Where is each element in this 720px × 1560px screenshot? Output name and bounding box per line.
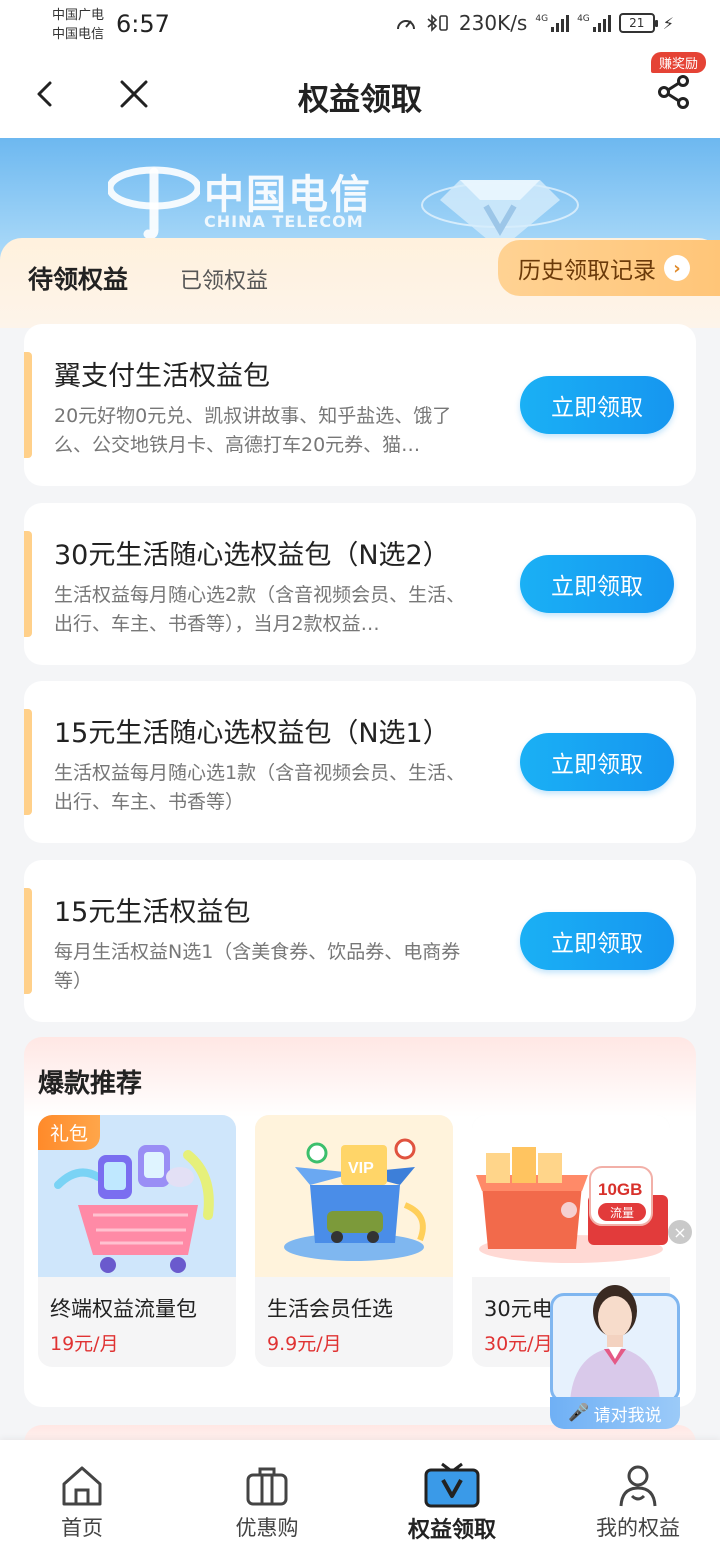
section-title: 爆款推荐: [38, 1069, 143, 1099]
benefit-tabs: 待领权益 已领权益 历史领取记录 ›: [0, 238, 720, 328]
network-type-2: 4G: [577, 14, 590, 24]
carrier-info: 中国广电 中国电信: [52, 6, 104, 44]
share-icon[interactable]: [656, 74, 692, 110]
assistant-close-icon[interactable]: ×: [668, 1220, 692, 1244]
nav-benefits-claim[interactable]: 权益领取: [362, 1440, 542, 1560]
signal-2-icon: 4G: [577, 14, 611, 32]
product-name: 生活会员任选: [267, 1297, 393, 1321]
nav-label: 我的权益: [596, 1516, 680, 1540]
benefit-card: 15元生活随心选权益包（N选1） 生活权益每月随心选1款（含音视频会员、生活、出…: [24, 681, 696, 843]
card-accent-bar: [24, 888, 32, 994]
product-price: 30元/月: [484, 1333, 553, 1355]
bluetooth-vibrate-icon: [427, 14, 448, 32]
status-icons: 230K/s 4G 4G 21 ⚡: [395, 11, 674, 35]
card-accent-bar: [24, 531, 32, 637]
benefit-name: 15元生活随心选权益包（N选1）: [54, 718, 450, 749]
claim-button[interactable]: 立即领取: [520, 733, 674, 791]
assistant-avatar-icon: [570, 1285, 660, 1401]
china-telecom-logo-icon: [108, 166, 200, 238]
app-header: 权益领取 赚奖励: [0, 52, 720, 138]
nav-my-benefits[interactable]: 我的权益: [548, 1440, 720, 1560]
product-card[interactable]: VIP 生活会员任选 9.9元/月: [255, 1115, 453, 1367]
network-type-1: 4G: [535, 14, 549, 24]
clock: 6:57: [116, 10, 170, 38]
nav-label: 首页: [61, 1516, 103, 1540]
benefit-name: 15元生活权益包: [54, 897, 251, 928]
product-card[interactable]: 礼包 终端权益流量包 19元/月: [38, 1115, 236, 1367]
history-button[interactable]: 历史领取记录 ›: [498, 240, 720, 296]
card-accent-bar: [24, 709, 32, 815]
benefit-desc: 每月生活权益N选1（含美食券、饮品券、电商券等）: [54, 941, 461, 992]
benefit-desc: 生活权益每月随心选1款（含音视频会员、生活、出行、车主、书香等）: [54, 762, 466, 813]
vip-text: VIP: [348, 1160, 374, 1177]
carrier-1: 中国广电: [52, 8, 105, 23]
card-accent-bar: [24, 352, 32, 458]
benefit-desc: 生活权益每月随心选2款（含音视频会员、生活、出行、车主、书香等），当月2款权益…: [54, 584, 466, 635]
user-icon: [619, 1465, 657, 1507]
voice-assistant[interactable]: 🎤 请对我说: [550, 1275, 680, 1431]
vip-box-image: VIP: [255, 1115, 453, 1277]
carrier-2: 中国电信: [52, 27, 105, 42]
gift-tag: 礼包: [38, 1115, 101, 1150]
data-unit-text: 流量: [610, 1206, 634, 1220]
brand-name-en: CHINA TELECOM: [204, 212, 364, 231]
nav-deals[interactable]: 优惠购: [177, 1440, 357, 1560]
battery-level: 21: [629, 16, 645, 30]
battery-icon: 21: [618, 13, 658, 33]
net-speed: 230K/s: [458, 11, 528, 35]
reward-badge[interactable]: 赚奖励: [650, 52, 706, 73]
speedometer-icon: [396, 20, 415, 30]
product-name: 终端权益流量包: [50, 1297, 197, 1321]
data-package-image: 10GB 流量: [472, 1115, 670, 1277]
chevron-right-icon: ›: [664, 255, 690, 281]
benefit-name: 30元生活随心选权益包（N选2）: [54, 540, 450, 571]
product-price: 19元/月: [50, 1333, 119, 1355]
nav-label: 优惠购: [235, 1516, 299, 1540]
benefit-card: 翼支付生活权益包 20元好物0元兑、凯叔讲故事、知乎盐选、饿了么、公交地铁月卡、…: [24, 324, 696, 486]
claim-button[interactable]: 立即领取: [520, 376, 674, 434]
benefit-desc: 20元好物0元兑、凯叔讲故事、知乎盐选、饿了么、公交地铁月卡、高德打车20元券、…: [54, 405, 452, 456]
claim-button[interactable]: 立即领取: [520, 912, 674, 970]
briefcase-icon: [246, 1467, 288, 1506]
page-title: 权益领取: [298, 82, 422, 118]
history-label: 历史领取记录: [518, 258, 656, 284]
signal-1-icon: 4G: [535, 14, 570, 32]
data-amount-text: 10GB: [598, 1180, 642, 1199]
diamond-decoration-icon: [421, 180, 579, 250]
benefit-card: 15元生活权益包 每月生活权益N选1（含美食券、饮品券、电商券等） 立即领取: [24, 860, 696, 1022]
product-name: 30元电: [484, 1297, 553, 1321]
bottom-nav: 首页 优惠购 权益领取 我的权益: [0, 1440, 720, 1560]
benefit-name: 翼支付生活权益包: [54, 361, 270, 392]
charging-icon: ⚡: [662, 13, 674, 33]
microphone-icon: 🎤: [568, 1403, 590, 1423]
assistant-text: 请对我说: [593, 1405, 662, 1426]
benefit-card: 30元生活随心选权益包（N选2） 生活权益每月随心选2款（含音视频会员、生活、出…: [24, 503, 696, 665]
status-bar: 中国广电 中国电信 6:57 230K/s 4G 4G 21 ⚡: [0, 0, 720, 52]
assistant-label: 🎤 请对我说: [550, 1397, 680, 1429]
home-icon: [62, 1466, 102, 1506]
nav-home[interactable]: 首页: [0, 1440, 172, 1560]
product-price: 9.9元/月: [267, 1333, 342, 1355]
claim-button[interactable]: 立即领取: [520, 555, 674, 613]
tab-claimed[interactable]: 已领权益: [180, 263, 268, 295]
nav-label: 权益领取: [407, 1518, 496, 1543]
tab-pending[interactable]: 待领权益: [25, 260, 135, 298]
tv-v-icon: [424, 1462, 480, 1508]
